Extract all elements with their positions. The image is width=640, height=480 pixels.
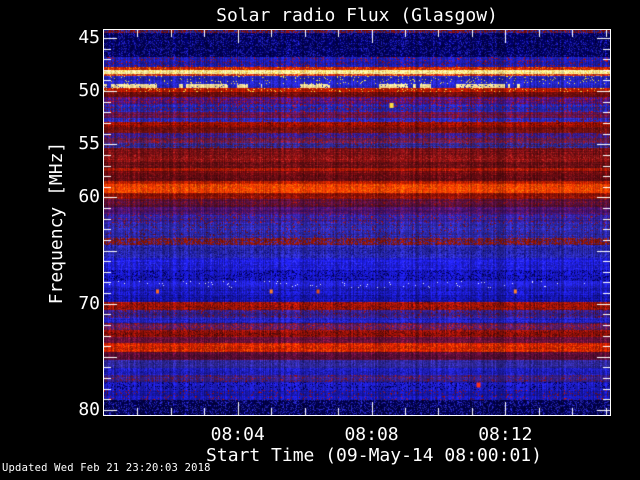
spectrogram-plot-area	[103, 29, 611, 416]
chart-title: Solar radio Flux (Glasgow)	[216, 5, 498, 26]
x-axis-title: Start Time (09-May-14 08:00:01)	[206, 445, 542, 466]
y-tick-label: 45	[78, 26, 100, 48]
spectrogram-canvas	[104, 30, 610, 415]
y-axis-title: Frequency [MHz]	[46, 141, 67, 305]
y-tick-label: 70	[78, 292, 100, 314]
x-tick-label: 08:04	[210, 424, 265, 445]
updated-timestamp: Updated Wed Feb 21 23:20:03 2018	[2, 462, 211, 474]
y-tick-label: 80	[78, 399, 100, 420]
x-tick-label: 08:08	[344, 424, 399, 445]
y-tick-label: 60	[78, 186, 100, 208]
x-tick-label: 08:12	[478, 424, 533, 445]
y-tick-label: 50	[78, 80, 100, 102]
y-tick-label: 55	[78, 133, 100, 155]
